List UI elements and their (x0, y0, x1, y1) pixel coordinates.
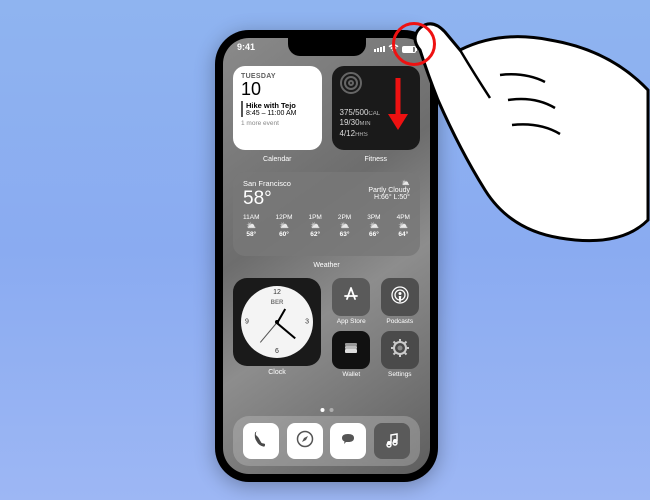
dock-app-messages[interactable] (330, 423, 366, 459)
app-podcasts[interactable]: Podcasts (380, 278, 421, 325)
notch (288, 38, 366, 56)
event-title: Hike with Tejo (246, 101, 314, 110)
weather-hourly: 11AM⛅58° 12PM⛅60° 1PM⛅62° 2PM⛅63° 3PM⛅66… (243, 214, 410, 238)
chat-bubble-icon (339, 430, 357, 453)
page-indicator[interactable] (320, 408, 333, 412)
annotation-arrow-down-icon (384, 76, 412, 132)
widget-label-weather: Weather (233, 262, 420, 269)
calendar-more: 1 more event (241, 120, 314, 127)
calendar-date: 10 (241, 80, 314, 98)
music-note-icon (383, 430, 401, 453)
app-settings[interactable]: Settings (380, 331, 421, 378)
podcasts-icon (390, 285, 410, 310)
calendar-event: Hike with Tejo 8:45 – 11:00 AM (241, 101, 314, 117)
appstore-icon (341, 285, 361, 310)
weather-temp: 58° (243, 189, 291, 208)
dock-app-phone[interactable] (243, 423, 279, 459)
dock (233, 416, 420, 466)
cellular-signal-icon (374, 46, 385, 52)
wallet-icon (341, 338, 361, 363)
app-wallet[interactable]: Wallet (331, 331, 372, 378)
dock-app-safari[interactable] (287, 423, 323, 459)
analog-clock-icon: BER 12369 (241, 286, 313, 358)
fitness-stand: 4/12HRS (340, 129, 381, 140)
widget-label-clock: Clock (233, 369, 321, 376)
compass-icon (296, 430, 314, 453)
event-time: 8:45 – 11:00 AM (246, 110, 296, 117)
annotation-circle (392, 22, 436, 66)
calendar-widget[interactable]: TUESDAY 10 Hike with Tejo 8:45 – 11:00 A… (233, 66, 322, 150)
fitness-move: 375/500CAL (340, 108, 381, 119)
fitness-exercise: 19/30MIN (340, 118, 381, 129)
widget-label-calendar: Calendar (233, 156, 322, 163)
activity-rings-icon (340, 72, 362, 94)
phone-icon (252, 430, 270, 453)
status-time: 9:41 (237, 42, 255, 56)
clock-widget[interactable]: BER 12369 (233, 278, 321, 366)
gear-icon (390, 338, 410, 363)
app-appstore[interactable]: App Store (331, 278, 372, 325)
dock-app-music[interactable] (374, 423, 410, 459)
weather-location: San Francisco (243, 179, 291, 188)
